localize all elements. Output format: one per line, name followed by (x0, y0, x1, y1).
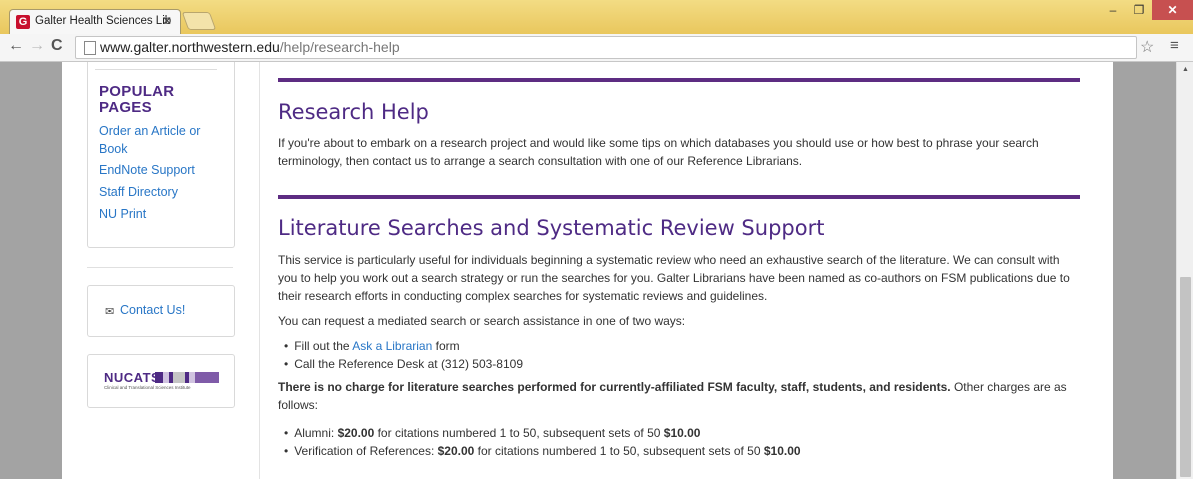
charges-bold: There is no charge for literature search… (278, 380, 951, 394)
request-ways-list: Fill out the Ask a Librarian form Call t… (284, 337, 523, 373)
popular-pages-heading: POPULAR PAGES (99, 84, 174, 116)
scroll-up-arrow-icon[interactable]: ▲ (1182, 66, 1189, 73)
browser-tab[interactable]: G Galter Health Sciences Lib ✕ (9, 9, 181, 35)
section-rule (278, 78, 1080, 82)
menu-icon[interactable]: ≡ (1170, 37, 1179, 54)
list-item: Call the Reference Desk at (312) 503-810… (284, 355, 523, 373)
way1-prefix: Fill out the (294, 339, 353, 353)
alumni-prefix: Alumni: (294, 426, 338, 440)
section-rule (278, 195, 1080, 199)
address-bar[interactable]: www.galter.northwestern.edu/help/researc… (75, 36, 1137, 59)
popular-heading-line2: PAGES (99, 99, 152, 116)
page-icon (84, 41, 96, 55)
sidebar-link-endnote[interactable]: EndNote Support (99, 161, 195, 179)
reload-icon[interactable]: C (51, 37, 63, 55)
alumni-mid: for citations numbered 1 to 50, subseque… (374, 426, 664, 440)
envelope-icon: ✉ (105, 306, 115, 318)
window-close-icon[interactable]: ✕ (1152, 0, 1193, 20)
nucats-logo-box[interactable]: NUCATS Clinical and Translational Scienc… (87, 354, 235, 408)
research-help-heading: Research Help (278, 100, 429, 124)
sidebar-link-order-article[interactable]: Order an Article or Book (99, 122, 219, 158)
page-viewport: POPULAR PAGES Order an Article or Book E… (0, 62, 1176, 479)
verification-prefix: Verification of References: (294, 444, 438, 458)
way1-suffix: form (432, 339, 460, 353)
browser-title-bar: G Galter Health Sciences Lib ✕ – ❐ ✕ (0, 0, 1193, 35)
tab-close-icon[interactable]: ✕ (162, 14, 172, 28)
contact-box: ✉ Contact Us! (87, 285, 235, 337)
galter-favicon-icon: G (16, 15, 30, 29)
list-item: Fill out the Ask a Librarian form (284, 337, 523, 355)
literature-searches-text: This service is particularly useful for … (278, 253, 1070, 303)
divider (95, 69, 217, 70)
sidebar-separator (87, 267, 233, 268)
forward-arrow-icon[interactable]: → (29, 37, 45, 55)
nucats-logo-subtitle: Clinical and Translational Sciences Inst… (104, 385, 191, 390)
nucats-logo-bars (155, 372, 219, 383)
popular-pages-box: POPULAR PAGES Order an Article or Book E… (87, 62, 235, 248)
charges-list: Alumni: $20.00 for citations numbered 1 … (284, 424, 801, 460)
contact-us-link[interactable]: Contact Us! (120, 303, 185, 317)
bookmark-star-icon[interactable]: ☆ (1140, 37, 1154, 57)
alumni-price2: $10.00 (663, 426, 701, 440)
scrollbar-thumb[interactable] (1180, 277, 1191, 477)
charges-text: There is no charge for literature search… (278, 378, 1078, 414)
new-tab-button[interactable] (181, 12, 217, 30)
url-domain: www.galter.northwestern.edu (100, 39, 280, 55)
vertical-scrollbar[interactable]: ▲ (1176, 62, 1193, 479)
url-path: /help/research-help (279, 39, 400, 55)
request-ways-text: You can request a mediated search or sea… (278, 314, 686, 328)
sidebar-link-staff-directory[interactable]: Staff Directory (99, 183, 178, 201)
tab-title: Galter Health Sciences Lib (35, 15, 172, 27)
list-item: Verification of References: $20.00 for c… (284, 442, 801, 460)
verification-mid: for citations numbered 1 to 50, subseque… (474, 444, 764, 458)
back-arrow-icon[interactable]: ← (8, 37, 24, 55)
verification-price: $20.00 (437, 444, 475, 458)
browser-toolbar: ← → C www.galter.northwestern.edu/help/r… (0, 34, 1193, 62)
way2-text: Call the Reference Desk at (312) 503-810… (294, 357, 523, 371)
verification-price2: $10.00 (763, 444, 801, 458)
alumni-price: $20.00 (337, 426, 375, 440)
restore-icon[interactable]: ❐ (1126, 0, 1152, 20)
minimize-icon[interactable]: – (1100, 0, 1126, 20)
column-divider (259, 62, 260, 479)
research-help-text: If you're about to embark on a research … (278, 136, 1039, 168)
popular-heading-line1: POPULAR (99, 83, 175, 100)
ask-a-librarian-link[interactable]: Ask a Librarian (352, 339, 432, 353)
url-text[interactable]: www.galter.northwestern.edu/help/researc… (100, 39, 400, 55)
list-item: Alumni: $20.00 for citations numbered 1 … (284, 424, 801, 442)
sidebar-link-nu-print[interactable]: NU Print (99, 205, 146, 223)
literature-searches-heading: Literature Searches and Systematic Revie… (278, 216, 825, 240)
page-content: POPULAR PAGES Order an Article or Book E… (62, 62, 1113, 479)
nucats-logo-text: NUCATS (104, 370, 161, 385)
